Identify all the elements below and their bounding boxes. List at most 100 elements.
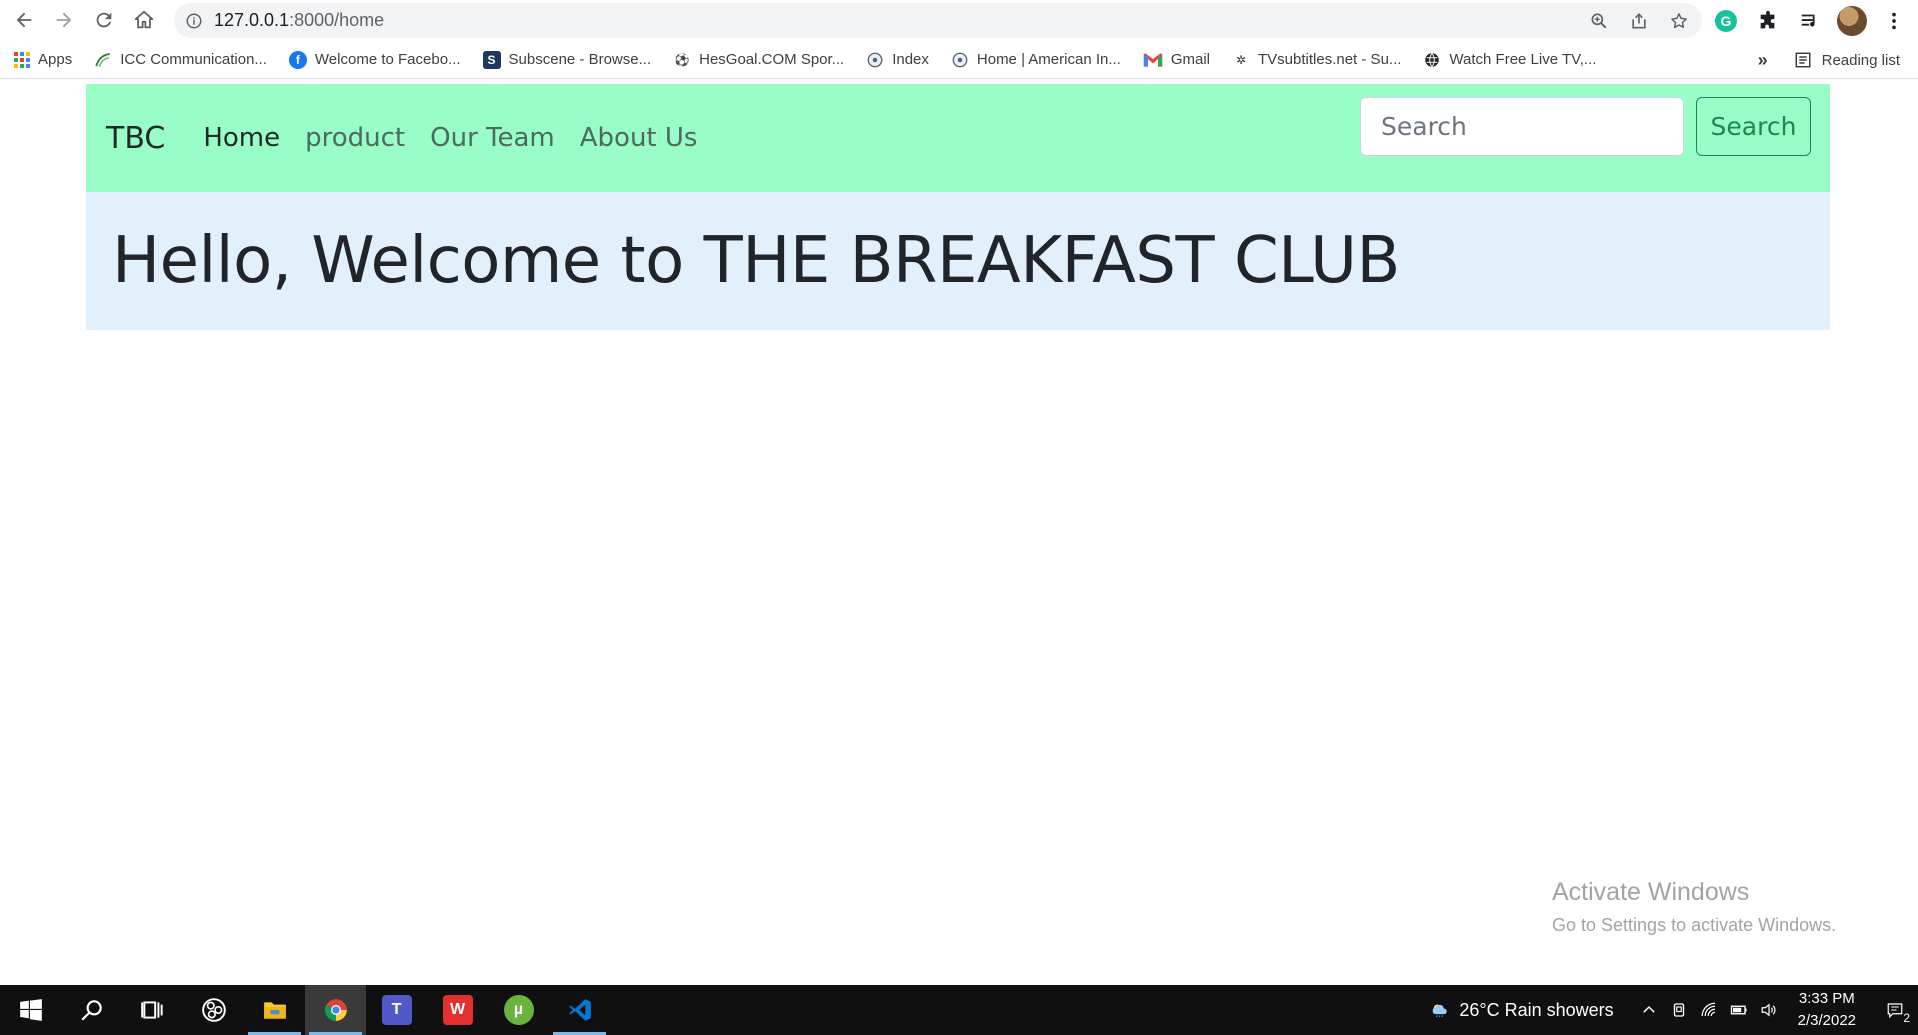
facebook-icon: f [288, 50, 307, 69]
clock[interactable]: 3:33 PM 2/3/2022 [1798, 988, 1856, 1032]
wps-office-icon: W [442, 995, 473, 1025]
hero-heading: Hello, Welcome to THE BREAKFAST CLUB [112, 224, 1400, 298]
forward-button[interactable] [44, 0, 84, 40]
wifi-icon [1701, 1002, 1715, 1017]
task-view-button[interactable] [122, 985, 183, 1035]
weather-text: 26°C Rain showers [1459, 999, 1614, 1020]
address-bar[interactable]: 127.0.0.1:8000/home [174, 3, 1702, 38]
navbar-brand[interactable]: TBC [106, 121, 165, 156]
home-button[interactable] [124, 0, 164, 40]
nav-link-home[interactable]: Home [203, 123, 280, 153]
extensions-area: G [1708, 0, 1918, 41]
url-text: 127.0.0.1:8000/home [214, 10, 384, 31]
obs-icon [201, 998, 226, 1022]
chevron-up-icon [1642, 1005, 1655, 1013]
playlist-icon [1801, 14, 1815, 27]
globe-dark-icon [1425, 52, 1440, 67]
bookmark-label: Watch Free Live TV,... [1449, 51, 1597, 68]
bookmark-label: Apps [38, 51, 73, 68]
nav-link-product[interactable]: product [305, 123, 405, 153]
wps-office-app[interactable]: W [427, 985, 488, 1035]
navigation-buttons [4, 0, 164, 40]
forward-arrow-icon [56, 12, 72, 28]
bookmark-apps[interactable]: Apps [14, 51, 72, 68]
battery-button[interactable] [1724, 985, 1754, 1035]
bookmark-label: Home | American In... [976, 51, 1121, 68]
bookmark-label: Welcome to Facebo... [314, 51, 461, 68]
soccer-ball-icon: ⚽ [674, 52, 690, 67]
notification-center-button[interactable]: 2 [1872, 985, 1918, 1035]
bookmarks-overflow-button[interactable]: » [1758, 50, 1768, 71]
share-icon[interactable] [1624, 6, 1654, 36]
task-view-icon [140, 1001, 163, 1019]
reading-list-icon [1795, 52, 1811, 68]
bookmark-facebook[interactable]: f Welcome to Facebo... [288, 50, 461, 69]
bookmark-label: TVsubtitles.net - Su... [1258, 51, 1402, 68]
browser-toolbar: 127.0.0.1:8000/home G [0, 0, 1918, 41]
bookmark-hesgoal[interactable]: ⚽ HesGoal.COM Spor... [673, 51, 845, 69]
show-hidden-icons-button[interactable] [1634, 985, 1664, 1035]
site-info-icon[interactable] [174, 12, 214, 30]
chrome-icon [324, 999, 347, 1021]
back-button[interactable] [4, 0, 44, 40]
profile-button[interactable] [1834, 3, 1870, 39]
nav-link-our-team[interactable]: Our Team [430, 123, 555, 153]
rain-cloud-icon [1432, 1004, 1448, 1018]
url-path: :8000/home [289, 10, 385, 30]
tvsubtitles-icon: ✲ [1235, 52, 1247, 67]
bookmark-tvsubtitles[interactable]: ✲ TVsubtitles.net - Su... [1232, 51, 1401, 69]
windows-logo-icon [19, 999, 42, 1021]
browser-menu-button[interactable] [1876, 3, 1912, 39]
extensions-button[interactable] [1750, 3, 1786, 39]
weather-widget[interactable]: 26°C Rain showers [1431, 999, 1614, 1021]
volume-button[interactable] [1754, 985, 1784, 1035]
utorrent-icon: µ [503, 995, 534, 1025]
apps-grid-icon [14, 51, 30, 68]
search-button[interactable]: Search [1696, 97, 1811, 156]
bookmark-label: Subscene - Browse... [508, 51, 652, 68]
media-controls-button[interactable] [1792, 3, 1828, 39]
bookmark-label: ICC Communication... [120, 51, 267, 68]
home-icon [134, 10, 154, 29]
reload-button[interactable] [84, 0, 124, 40]
device-icon [1673, 1003, 1684, 1017]
bookmark-label: Index [892, 51, 929, 68]
puzzle-icon [1760, 10, 1775, 28]
bookmark-index[interactable]: Index [866, 51, 929, 69]
teams-icon: T [381, 995, 412, 1025]
search-input[interactable] [1360, 97, 1684, 156]
bookmark-livetv[interactable]: Watch Free Live TV,... [1423, 51, 1596, 69]
bookmark-icc[interactable]: ICC Communication... [94, 51, 267, 69]
bookmark-subscene[interactable]: S Subscene - Browse... [482, 50, 652, 69]
bookmark-label: HesGoal.COM Spor... [699, 51, 845, 68]
notification-icon [1887, 1003, 1903, 1019]
obs-app[interactable] [183, 985, 244, 1035]
grammarly-extension[interactable]: G [1708, 3, 1744, 39]
reload-icon [96, 12, 112, 28]
speaker-icon [1761, 1003, 1776, 1017]
clock-time: 3:33 PM [1798, 990, 1855, 1007]
bookmark-star-icon[interactable] [1664, 6, 1694, 36]
file-explorer-app[interactable] [244, 985, 305, 1035]
utorrent-app[interactable]: µ [488, 985, 549, 1035]
vscode-app[interactable] [549, 985, 610, 1035]
system-tray: 26°C Rain showers 3:33 PM 2/3/2022 2 [1431, 985, 1918, 1035]
network-button[interactable] [1694, 985, 1724, 1035]
globe-icon [952, 52, 968, 67]
bookmark-american[interactable]: Home | American In... [951, 51, 1121, 69]
gmail-icon [1143, 52, 1163, 67]
reading-list-button[interactable]: Reading list [1794, 51, 1900, 69]
zoom-icon[interactable] [1584, 6, 1614, 36]
activate-windows-watermark: Activate Windows Go to Settings to activ… [1552, 878, 1836, 936]
start-button[interactable] [0, 985, 61, 1035]
search-icon [80, 1000, 102, 1021]
teams-app[interactable]: T [366, 985, 427, 1035]
nav-link-about-us[interactable]: About Us [580, 123, 698, 153]
chrome-app[interactable] [305, 985, 366, 1035]
windows-taskbar: T W µ 26°C Rain showers 3:33 PM 2/3/2022… [0, 985, 1918, 1035]
device-tray-button[interactable] [1664, 985, 1694, 1035]
taskbar-search-button[interactable] [61, 985, 122, 1035]
kebab-menu-icon [1892, 12, 1896, 29]
battery-icon [1730, 1005, 1747, 1015]
bookmark-gmail[interactable]: Gmail [1143, 51, 1210, 68]
